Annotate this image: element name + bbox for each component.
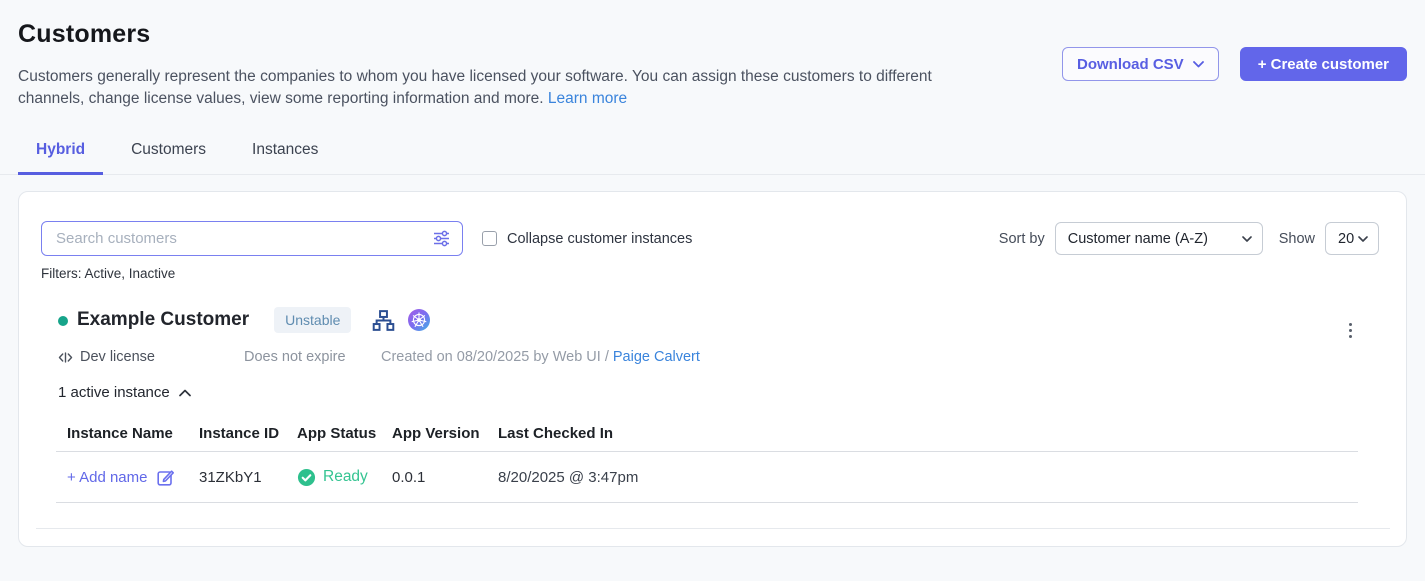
search-input[interactable] <box>56 230 431 247</box>
filter-sliders-icon[interactable] <box>431 228 452 249</box>
created-by-link[interactable]: Paige Calvert <box>613 349 700 365</box>
kebab-menu-icon[interactable] <box>1345 319 1356 342</box>
customer-divider <box>36 528 1390 529</box>
download-csv-label: Download CSV <box>1077 56 1184 73</box>
customer-name[interactable]: Example Customer <box>77 309 249 331</box>
instances-summary: 1 active instance <box>58 384 170 401</box>
col-instance-name: Instance Name <box>67 425 199 442</box>
page-title: Customers <box>18 20 980 49</box>
table-row: + Add name 31ZKbY1 <box>56 452 1358 503</box>
show-select[interactable]: 20 <box>1325 222 1379 255</box>
app-status-label: Ready <box>323 468 368 486</box>
tab-customers[interactable]: Customers <box>113 141 224 175</box>
search-box <box>41 221 463 256</box>
chevron-down-icon <box>1358 236 1368 243</box>
kubernetes-icon <box>407 308 431 332</box>
instances-toggle[interactable]: 1 active instance <box>58 384 1384 401</box>
instances-table: Instance Name Instance ID App Status App… <box>56 425 1358 503</box>
tab-bar: Hybrid Customers Instances <box>0 141 1425 175</box>
page-description-text: Customers generally represent the compan… <box>18 68 932 107</box>
sitemap-icon <box>371 308 396 333</box>
sort-select-value: Customer name (A-Z) <box>1068 231 1208 247</box>
channel-badge: Unstable <box>274 307 351 333</box>
sort-select[interactable]: Customer name (A-Z) <box>1055 222 1263 255</box>
last-checked-in-value: 8/20/2025 @ 3:47pm <box>498 469 1358 486</box>
sort-by-label: Sort by <box>999 231 1045 247</box>
license-type-label: Dev license <box>80 349 155 365</box>
col-instance-id: Instance ID <box>199 425 297 442</box>
created-info: Created on 08/20/2025 by Web UI /Paige C… <box>381 349 700 365</box>
header-actions: Download CSV + Create customer <box>1062 47 1407 110</box>
check-circle-icon <box>297 468 316 487</box>
app-version-value: 0.0.1 <box>392 469 498 486</box>
show-select-value: 20 <box>1338 231 1354 247</box>
tab-hybrid[interactable]: Hybrid <box>18 141 103 175</box>
created-text: Created on 08/20/2025 by Web UI / <box>381 349 609 365</box>
edit-icon <box>156 468 175 487</box>
instance-id-value: 31ZKbY1 <box>199 469 297 486</box>
chevron-down-icon <box>1193 61 1204 68</box>
code-icon <box>58 351 73 364</box>
app-status-cell: Ready <box>297 468 392 487</box>
page-header: Customers Customers generally represent … <box>0 0 1425 110</box>
chevron-down-icon <box>1242 236 1252 243</box>
col-app-status: App Status <box>297 425 392 442</box>
active-status-dot <box>58 316 68 326</box>
col-last-checked-in: Last Checked In <box>498 425 1358 442</box>
tab-instances[interactable]: Instances <box>234 141 336 175</box>
add-name-link[interactable]: + Add name <box>67 468 199 487</box>
license-type: Dev license <box>58 349 244 365</box>
collapse-instances-toggle[interactable]: Collapse customer instances <box>482 231 692 247</box>
instances-table-header: Instance Name Instance ID App Status App… <box>56 425 1358 452</box>
license-expiry: Does not expire <box>244 349 381 365</box>
active-filters-text: Filters: Active, Inactive <box>41 266 1406 281</box>
collapse-instances-checkbox[interactable] <box>482 231 497 246</box>
customers-card: Collapse customer instances Sort by Cust… <box>18 191 1407 547</box>
customer-meta: Dev license Does not expire Created on 0… <box>58 349 1384 365</box>
col-app-version: App Version <box>392 425 498 442</box>
page-description: Customers generally represent the compan… <box>18 66 980 110</box>
customer-header: Example Customer Unstable <box>58 307 1384 333</box>
show-label: Show <box>1279 231 1315 247</box>
collapse-instances-label: Collapse customer instances <box>507 231 692 247</box>
page-header-text: Customers Customers generally represent … <box>18 20 980 110</box>
chevron-up-icon <box>179 389 191 397</box>
customer-row: Example Customer Unstable <box>58 307 1384 503</box>
learn-more-link[interactable]: Learn more <box>548 90 627 107</box>
toolbar: Collapse customer instances Sort by Cust… <box>19 221 1406 256</box>
add-name-label: + Add name <box>67 469 147 486</box>
download-csv-button[interactable]: Download CSV <box>1062 47 1219 81</box>
create-customer-button[interactable]: + Create customer <box>1240 47 1407 81</box>
